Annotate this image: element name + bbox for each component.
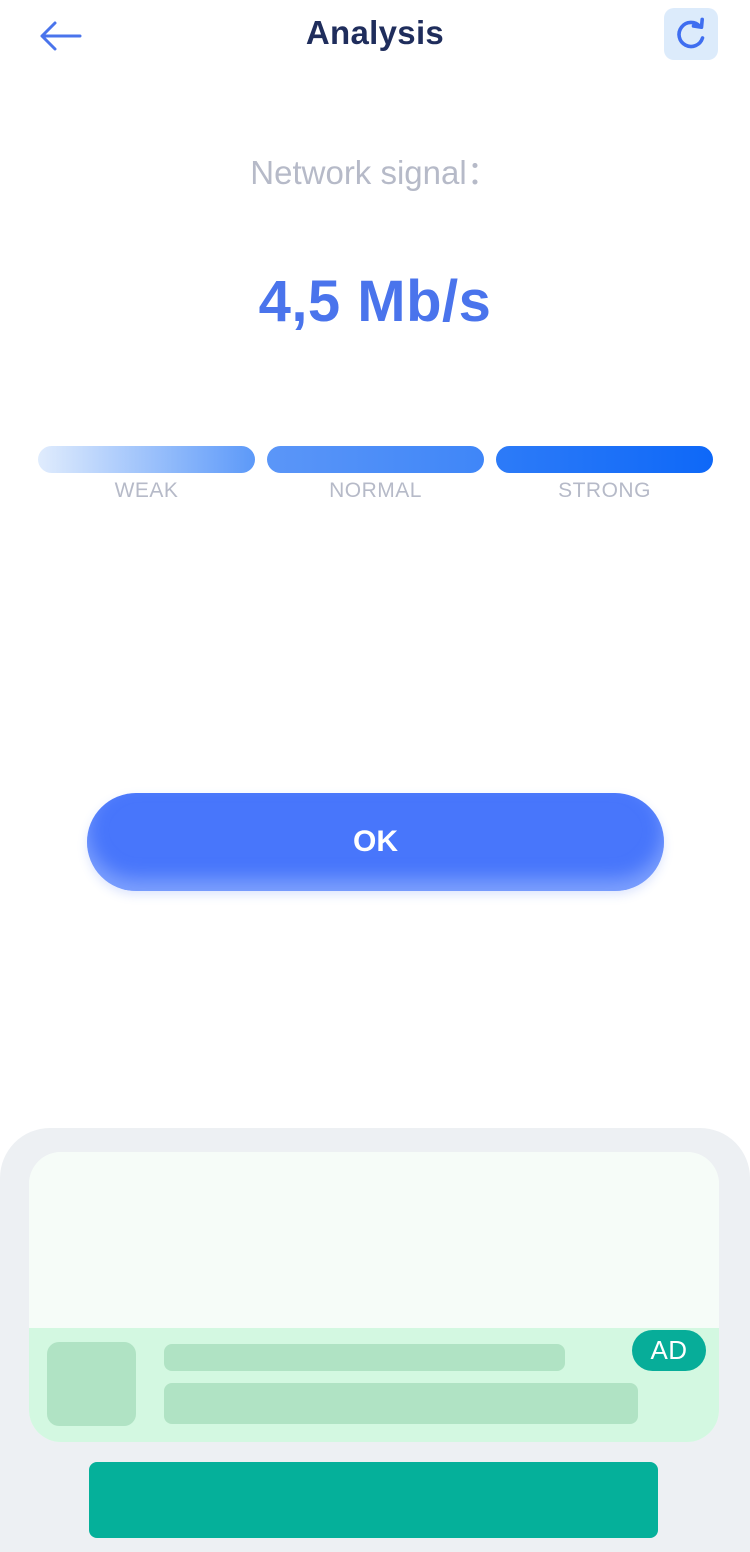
network-signal-label: Network signal： — [250, 154, 500, 191]
ad-info-area — [29, 1328, 719, 1442]
refresh-button[interactable] — [664, 8, 718, 60]
level-label-weak: WEAK — [114, 479, 179, 502]
level-label-strong: STRONG — [558, 479, 651, 502]
ad-media-placeholder — [29, 1152, 719, 1328]
ad-description-placeholder — [164, 1383, 638, 1424]
analysis-screen: Analysis Network signal： 4,5 Mb/s WEAK N… — [0, 0, 750, 1552]
ad-title-placeholder — [164, 1344, 565, 1371]
ad-cta-button[interactable] — [89, 1462, 658, 1538]
ad-badge: AD — [632, 1330, 706, 1371]
level-bar-normal — [267, 446, 484, 473]
ad-card[interactable] — [29, 1152, 719, 1442]
level-strong: STRONG — [496, 446, 713, 503]
level-bar-strong — [496, 446, 713, 473]
ok-button[interactable]: OK — [87, 793, 664, 891]
level-normal: NORMAL — [267, 446, 484, 503]
level-weak: WEAK — [38, 446, 255, 503]
level-label-normal: NORMAL — [329, 479, 422, 502]
speed-value: 4,5 Mb/s — [258, 269, 492, 334]
level-bar-weak — [38, 446, 255, 473]
page-title: Analysis — [305, 14, 445, 51]
refresh-icon — [677, 17, 705, 49]
signal-strength-scale: WEAK NORMAL STRONG — [38, 446, 713, 503]
ad-thumbnail-placeholder — [47, 1342, 136, 1426]
